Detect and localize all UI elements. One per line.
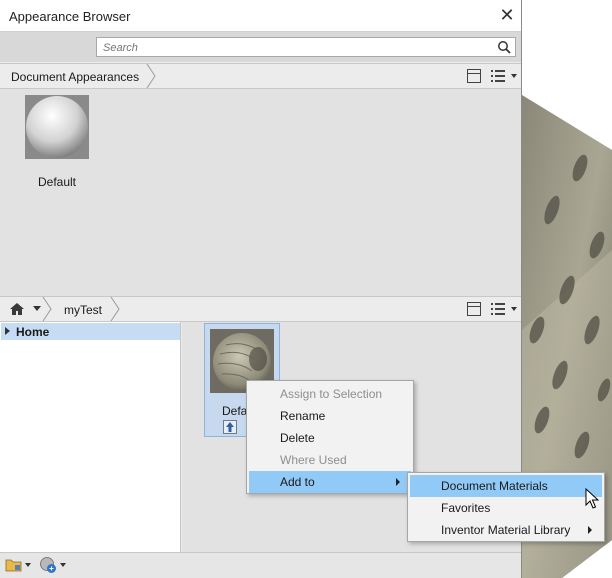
bottom-toolbar — [0, 552, 521, 578]
search-icon[interactable] — [497, 40, 511, 54]
title-bar[interactable]: Appearance Browser ✕ — [0, 0, 521, 32]
library-path-bar: myTest — [0, 296, 521, 322]
search-input[interactable] — [101, 39, 485, 57]
search-box[interactable] — [96, 37, 516, 57]
expand-arrow-icon[interactable] — [5, 327, 10, 335]
search-row — [0, 32, 521, 62]
home-icon[interactable] — [9, 302, 25, 316]
mytest-label: myTest — [64, 303, 103, 317]
menu-item-delete[interactable]: Delete — [249, 427, 411, 449]
library-tree: Home — [0, 322, 181, 552]
submenu-arrow-icon — [396, 478, 400, 486]
menu-item-rename[interactable]: Rename — [249, 405, 411, 427]
mouse-cursor-icon — [585, 488, 599, 509]
breadcrumb-separator-icon — [42, 297, 52, 321]
document-appearances-label: Document Appearances — [11, 70, 140, 84]
appearance-tile[interactable]: Default — [17, 95, 97, 195]
menu-item-assign-to-selection[interactable]: Assign to Selection — [249, 383, 411, 405]
toggle-panel-icon[interactable] — [467, 302, 481, 316]
window-title: Appearance Browser — [9, 9, 131, 24]
create-appearance-icon[interactable] — [39, 556, 57, 574]
close-icon[interactable]: ✕ — [497, 5, 517, 25]
tree-item-label: Home — [16, 325, 50, 339]
library-dropdown-icon[interactable] — [25, 563, 31, 568]
view-options-icon[interactable] — [491, 302, 517, 316]
breadcrumb-separator-icon — [146, 64, 156, 88]
mytest-crumb[interactable]: myTest — [54, 297, 124, 321]
menu-item-where-used[interactable]: Where Used — [249, 449, 411, 471]
library-folder-icon[interactable] — [5, 557, 23, 573]
submenu-item-document-materials[interactable]: Document Materials — [410, 475, 602, 497]
create-dropdown-icon[interactable] — [60, 563, 66, 568]
tree-item-home[interactable]: Home — [1, 323, 180, 340]
document-appearances-bar: Document Appearances — [0, 63, 521, 89]
context-menu: Assign to Selection Rename Delete Where … — [246, 380, 414, 494]
breadcrumb-separator-icon — [110, 297, 120, 321]
view-options-icon[interactable] — [491, 69, 517, 83]
submenu-arrow-icon — [588, 526, 592, 534]
appearance-label: Default — [37, 175, 77, 189]
menu-item-add-to[interactable]: Add to — [249, 471, 411, 493]
home-dropdown-icon[interactable] — [33, 306, 41, 312]
submenu-item-favorites[interactable]: Favorites — [410, 497, 602, 519]
document-appearances-crumb[interactable]: Document Appearances — [0, 64, 160, 88]
add-to-document-icon[interactable] — [223, 420, 237, 434]
toggle-panel-icon[interactable] — [467, 69, 481, 83]
default-sphere-swatch — [25, 95, 89, 159]
document-appearances-pane: Default — [0, 89, 521, 296]
add-to-submenu: Document Materials Favorites Inventor Ma… — [407, 472, 605, 542]
submenu-item-inventor-material-library[interactable]: Inventor Material Library — [410, 519, 602, 541]
